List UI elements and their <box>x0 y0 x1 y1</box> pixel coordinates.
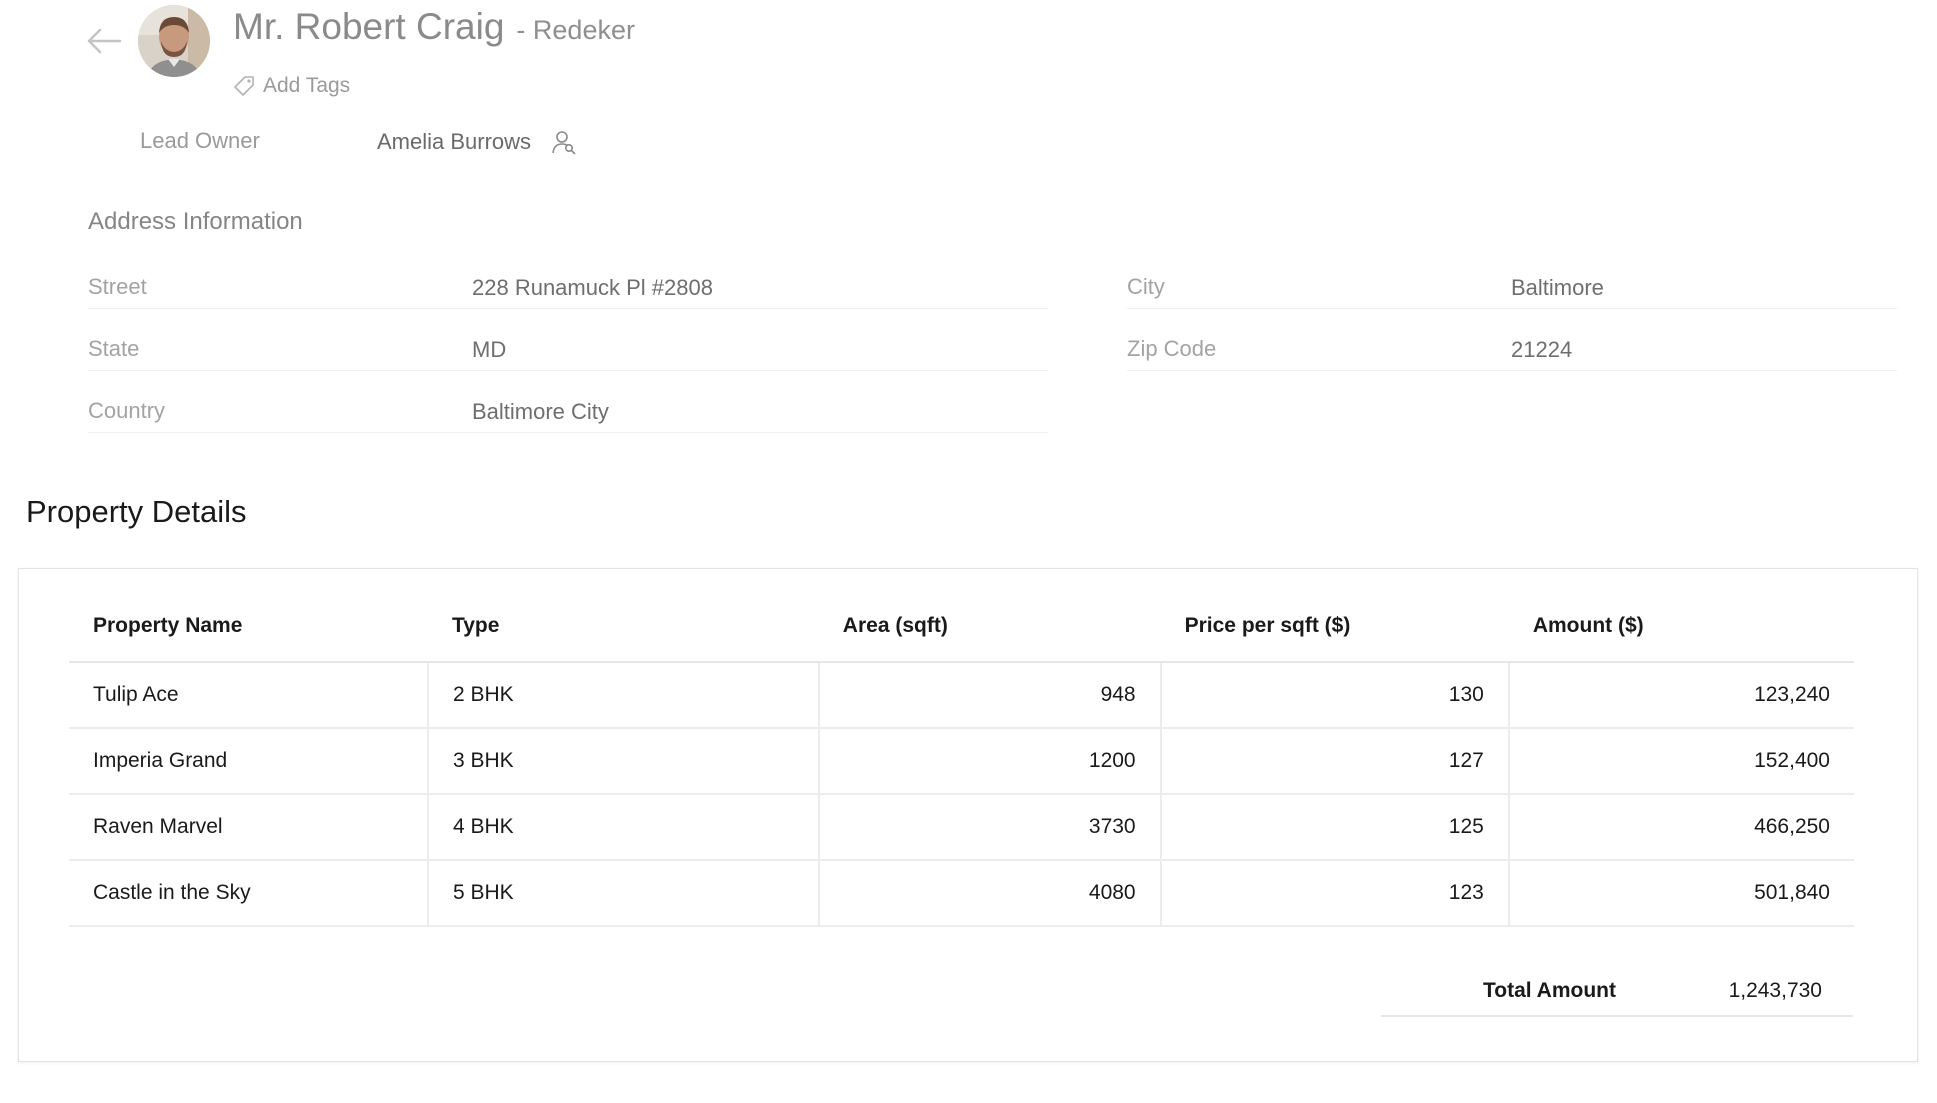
property-table: Property Name Type Area (sqft) Price per… <box>69 591 1854 927</box>
total-amount-value: 1,243,730 <box>1728 979 1822 1002</box>
amount-cell: 123,240 <box>1508 662 1854 729</box>
divider <box>88 432 1048 433</box>
type-cell: 5 BHK <box>427 860 820 927</box>
lead-full-name: Mr. Robert Craig <box>233 6 505 47</box>
property-name-cell: Imperia Grand <box>69 728 429 795</box>
user-search-icon[interactable] <box>551 129 577 155</box>
street-label: Street <box>88 274 147 299</box>
area-cell: 3730 <box>818 794 1162 861</box>
divider <box>88 308 1048 309</box>
lead-owner-label: Lead Owner <box>140 128 260 153</box>
state-label: State <box>88 336 140 361</box>
property-details-card: Property Name Type Area (sqft) Price per… <box>18 568 1918 1062</box>
divider <box>1127 370 1897 371</box>
type-cell: 3 BHK <box>427 728 820 795</box>
city-label: City <box>1127 274 1165 299</box>
zip-value: 21224 <box>1511 337 1573 362</box>
type-cell: 2 BHK <box>427 662 820 729</box>
amount-cell: 501,840 <box>1508 860 1854 927</box>
price-cell: 130 <box>1160 662 1510 729</box>
column-header: Area (sqft) <box>818 591 1161 663</box>
lead-owner-field: Amelia Burrows <box>377 129 577 155</box>
area-cell: 4080 <box>818 860 1162 927</box>
column-header: Amount ($) <box>1508 591 1854 663</box>
street-value: 228 Runamuck Pl #2808 <box>472 275 713 300</box>
property-details-title: Property Details <box>26 494 247 529</box>
area-cell: 1200 <box>818 728 1162 795</box>
add-tags-button[interactable]: Add Tags <box>233 74 350 98</box>
tag-icon <box>234 76 254 96</box>
column-header: Price per sqft ($) <box>1160 591 1509 663</box>
lead-name: Mr. Robert Craig - Redeker <box>233 6 635 48</box>
zip-label: Zip Code <box>1127 336 1217 361</box>
address-section-title: Address Information <box>88 208 303 235</box>
total-amount-label: Total Amount <box>1483 979 1616 1002</box>
back-arrow-icon[interactable] <box>86 26 122 56</box>
table-row: Raven Marvel 4 BHK 3730 125 466,250 <box>69 794 1854 861</box>
country-value: Baltimore City <box>472 399 609 424</box>
amount-cell: 152,400 <box>1508 728 1854 795</box>
lead-owner-value: Amelia Burrows <box>377 129 532 154</box>
column-header: Type <box>427 591 819 663</box>
column-header: Property Name <box>69 591 428 663</box>
property-name-cell: Raven Marvel <box>69 794 429 861</box>
divider <box>88 370 1048 371</box>
country-label: Country <box>88 398 166 423</box>
table-row: Tulip Ace 2 BHK 948 130 123,240 <box>69 662 1854 729</box>
table-header-row: Property Name Type Area (sqft) Price per… <box>69 591 1854 663</box>
table-row: Castle in the Sky 5 BHK 4080 123 501,840 <box>69 860 1854 927</box>
add-tags-label: Add Tags <box>263 74 351 97</box>
price-cell: 127 <box>1160 728 1510 795</box>
property-name-cell: Tulip Ace <box>69 662 429 729</box>
price-cell: 125 <box>1160 794 1510 861</box>
area-cell: 948 <box>818 662 1162 729</box>
total-amount-row: Total Amount 1,243,730 <box>1381 967 1853 1017</box>
price-cell: 123 <box>1160 860 1510 927</box>
divider <box>1127 308 1897 309</box>
property-name-cell: Castle in the Sky <box>69 860 429 927</box>
avatar <box>138 5 210 77</box>
lead-company: - Redeker <box>516 15 635 45</box>
city-value: Baltimore <box>1511 275 1604 300</box>
amount-cell: 466,250 <box>1508 794 1854 861</box>
type-cell: 4 BHK <box>427 794 820 861</box>
state-value: MD <box>472 337 507 362</box>
table-row: Imperia Grand 3 BHK 1200 127 152,400 <box>69 728 1854 795</box>
